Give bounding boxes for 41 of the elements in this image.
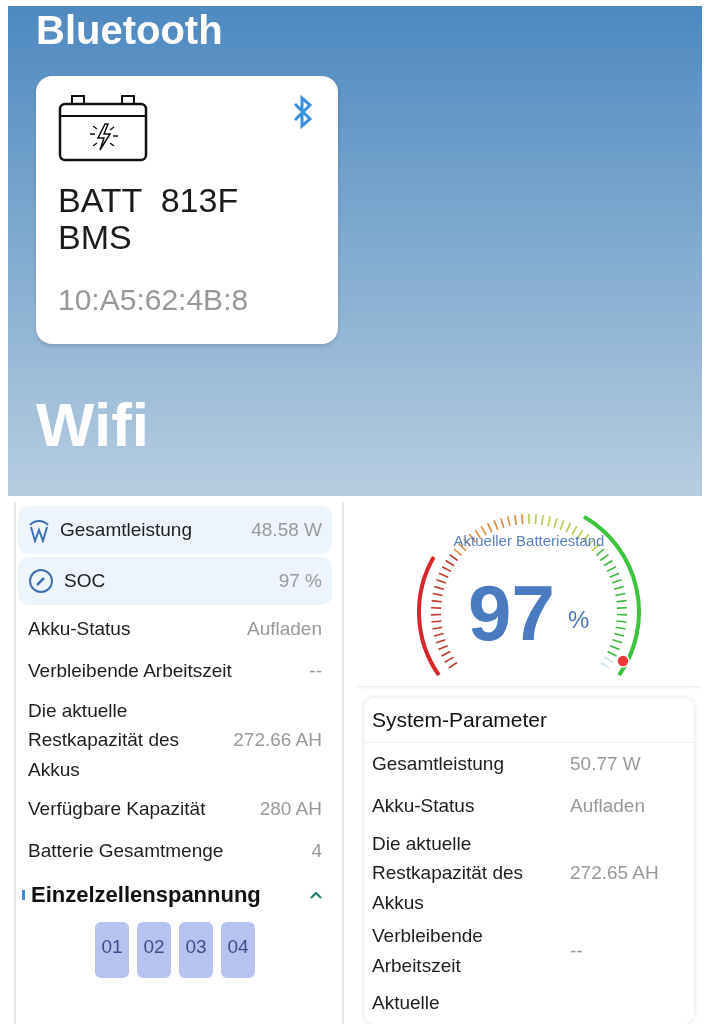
row-label: Die aktuelle Restkapazität des Akkus [28, 698, 181, 782]
row-label: Verbleibende Arbeitszeit [372, 924, 484, 978]
row-value: 97 % [278, 569, 322, 592]
device-address: 10:A5:62:4B:8 [58, 282, 250, 317]
row-label: Verfügbare Kapazität [28, 797, 207, 822]
row-label: Akku-Status [372, 794, 476, 819]
row-value: -- [309, 659, 322, 682]
row-label: Aktuelle [372, 991, 441, 1016]
gauge-value: 97 [468, 567, 555, 659]
device-name: BATT 813F BMS [58, 182, 240, 257]
cell-battery: 02 [137, 922, 171, 979]
row-value: 272.65 AH [570, 861, 659, 884]
bluetooth-icon [292, 94, 314, 130]
row-value: 48.58 W [251, 518, 322, 541]
gauge-icon [28, 567, 54, 594]
row-value: -- [570, 939, 583, 962]
gauge-unit: % [568, 605, 590, 634]
chevron-icon[interactable] [310, 891, 322, 900]
section-heading: Einzelzellenspannung [31, 882, 262, 909]
section-title: Wifi [36, 394, 150, 456]
row-label: Gesamtleistung [372, 752, 505, 777]
row-value: 280 AH [259, 798, 322, 821]
accent-bar [22, 890, 25, 901]
row-label: Gesamtleistung [60, 518, 193, 543]
row-value: 50.77 W [570, 752, 641, 775]
card-title: System-Parameter [364, 697, 694, 743]
row-label: Batterie Gesamtmenge [28, 839, 225, 864]
row-value: 272.66 AH [233, 728, 322, 751]
row-label: Verbleibende Arbeitszeit [28, 659, 233, 684]
cell-battery: 01 [95, 922, 129, 979]
row-label: Akku-Status [28, 617, 132, 642]
cell-battery: 04 [221, 922, 255, 979]
device-card[interactable]: BATT 813F BMS 10:A5:62:4B:8 [36, 76, 338, 344]
row-label: SOC [64, 569, 107, 594]
section-title: Bluetooth [36, 10, 223, 50]
battery-icon [58, 94, 148, 162]
row-value: 4 [311, 840, 322, 863]
cell-battery: 03 [179, 922, 213, 979]
row-value: Aufladen [570, 794, 645, 817]
row-label: Die aktuelle Restkapazität des Akkus [372, 831, 525, 915]
row-value: Aufladen [247, 617, 322, 640]
